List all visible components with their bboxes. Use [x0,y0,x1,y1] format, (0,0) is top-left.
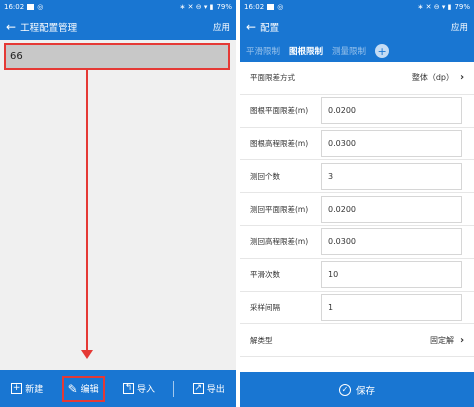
row-label: 测回平面限差(m) [250,204,309,214]
control-height-tolerance-input[interactable]: 0.0300 [321,129,462,157]
import-icon: ↰ [123,383,135,394]
toolbar-divider [173,380,175,397]
page-title: 配置 [260,22,280,34]
row-solution-type[interactable]: 解类型 固定解 › [240,324,474,358]
add-tab-icon[interactable]: + [375,44,390,58]
save-button[interactable]: ✓ 保存 [240,372,474,407]
edit-label: 编辑 [80,385,99,395]
status-time: 16:02 [244,2,265,11]
status-time: 16:02 [4,2,25,11]
add-icon: + [11,383,23,394]
new-label: 新建 [25,385,44,395]
export-button[interactable]: ↗ 导出 [189,376,229,402]
chevron-right-icon: › [460,72,465,84]
smoothing-count-input[interactable]: 10 [321,261,462,289]
round-count-input[interactable]: 3 [321,162,462,190]
back-arrow-icon[interactable]: ← [246,21,256,33]
row-round-count: 测回个数 3 [240,160,474,194]
row-round-plane-tolerance: 测回平面限差(m) 0.0200 [240,193,474,226]
row-label: 平滑次数 [250,270,280,280]
new-button[interactable]: + 新建 [7,376,47,402]
project-name: 66 [10,51,23,62]
edit-button[interactable]: ✎ 编辑 [61,375,105,402]
row-label: 采样间隔 [250,302,280,312]
app-bar: ← 工程配置管理 应用 [0,13,236,40]
annotation-arrow-head [81,350,93,359]
row-label: 图根平面限差(m) [250,106,309,116]
settings-list: 平面限差方式 整体（dp） › 图根平面限差(m) 0.0200 图根高程限差(… [240,62,474,358]
bottom-toolbar: + 新建 ✎ 编辑 ↰ 导入 ↗ 导出 [0,370,236,407]
status-icons: ∗ ✕ ⊖ ▾ ▮ [179,2,214,11]
row-control-height-tolerance: 图根高程限差(m) 0.0300 [240,127,474,161]
row-value: 整体（dp） [411,73,454,83]
page-title: 工程配置管理 [20,22,78,34]
back-arrow-icon[interactable]: ← [6,21,16,33]
project-config-screen: 16:02 ◎ ∗ ✕ ⊖ ▾ ▮ 79% ← 工程配置管理 应用 66 + 新… [0,0,236,407]
row-label: 图根高程限差(m) [250,138,309,148]
control-plane-tolerance-input[interactable]: 0.0200 [321,97,462,125]
row-sampling-interval: 采样间隔 1 [240,291,474,325]
chevron-right-icon: › [460,334,465,346]
apply-button[interactable]: 应用 [213,21,230,33]
status-icons: ∗ ✕ ⊖ ▾ ▮ [417,2,452,11]
row-label: 测回高程限差(m) [250,237,309,247]
sampling-interval-input[interactable]: 1 [321,293,462,321]
tab-survey-limit[interactable]: 测量限制 [332,45,366,57]
app-bar: ← 配置 应用 [240,13,474,40]
config-screen: 16:02 ◎ ∗ ✕ ⊖ ▾ ▮ 79% ← 配置 应用 平滑限制 图根限制 … [240,0,474,407]
import-button[interactable]: ↰ 导入 [119,376,159,402]
notification-icon [27,3,35,10]
status-bar: 16:02 ◎ ∗ ✕ ⊖ ▾ ▮ 79% [240,0,474,13]
tab-smoothing-limit[interactable]: 平滑限制 [246,45,280,57]
export-label: 导出 [206,385,225,395]
tab-control-limit[interactable]: 图根限制 [289,45,323,57]
row-control-plane-tolerance: 图根平面限差(m) 0.0200 [240,94,474,128]
apply-button[interactable]: 应用 [451,21,468,33]
project-list-item[interactable]: 66 [4,43,230,70]
row-round-height-tolerance: 测回高程限差(m) 0.0300 [240,225,474,259]
signal-icon: ◎ [277,2,284,11]
row-smoothing-count: 平滑次数 10 [240,258,474,292]
export-icon: ↗ [192,383,204,394]
import-label: 导入 [137,385,156,395]
row-value: 固定解 [430,335,454,345]
row-plane-tolerance-mode[interactable]: 平面限差方式 整体（dp） › [240,62,474,95]
status-bar: 16:02 ◎ ∗ ✕ ⊖ ▾ ▮ 79% [0,0,236,13]
round-plane-tolerance-input[interactable]: 0.0200 [321,195,462,223]
notification-icon [267,3,275,10]
check-circle-icon: ✓ [338,383,351,396]
battery-level: 79% [454,2,470,11]
tab-bar: 平滑限制 图根限制 测量限制 + [240,40,474,62]
row-label: 平面限差方式 [250,73,295,83]
row-label: 解类型 [250,335,273,345]
row-label: 测回个数 [250,171,280,181]
pencil-icon: ✎ [67,381,78,396]
signal-icon: ◎ [37,2,44,11]
battery-level: 79% [216,2,232,11]
annotation-arrow [86,70,88,352]
save-label: 保存 [355,385,375,397]
round-height-tolerance-input[interactable]: 0.0300 [321,228,462,256]
